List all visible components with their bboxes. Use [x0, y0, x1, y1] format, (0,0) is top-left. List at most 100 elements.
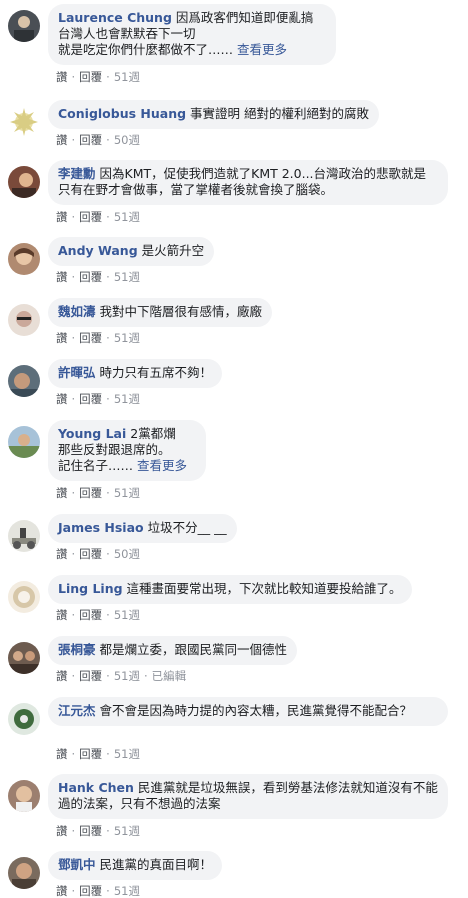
like-link[interactable]: 讚 [56, 884, 68, 898]
comment-actions: 讚 · 回覆 · 50週 [56, 133, 140, 147]
comment-time[interactable]: 51週 [114, 270, 140, 284]
reply-link[interactable]: 回覆 [79, 133, 102, 147]
reply-link[interactable]: 回覆 [79, 669, 102, 683]
comment-time[interactable]: 50週 [114, 133, 140, 147]
comment-bubble: Ling Ling 這種畫面要常出現，下次就比較知道要投給誰了。 [48, 575, 412, 604]
avatar[interactable] [8, 703, 40, 735]
commenter-name[interactable]: 江元杰 [58, 703, 96, 718]
avatar[interactable] [8, 780, 40, 812]
reply-link[interactable]: 回覆 [79, 331, 102, 345]
comment-actions: 讚 · 回覆 · 51週 [56, 608, 140, 622]
commenter-name[interactable]: James Hsiao [58, 520, 144, 535]
comment-text: 我對中下階層很有感情，廠廠 [99, 304, 263, 319]
commenter-name[interactable]: 李建勳 [58, 166, 96, 181]
like-link[interactable]: 讚 [56, 70, 68, 84]
comment-time[interactable]: 51週 [114, 70, 140, 84]
comment-bubble: 許暉弘 時力只有五席不夠！ [48, 359, 223, 388]
comment-text: 因為KMT，促使我們造就了KMT 2.0...台灣政治的悲歌就是只有在野才會做事… [58, 166, 427, 197]
commenter-name[interactable]: 張桐豪 [58, 642, 96, 657]
reply-link[interactable]: 回覆 [79, 486, 102, 500]
reply-link[interactable]: 回覆 [79, 747, 102, 761]
comment-text: 垃圾不分__ __ [147, 520, 227, 535]
avatar[interactable] [8, 166, 40, 198]
like-link[interactable]: 讚 [56, 486, 68, 500]
comment-time[interactable]: 50週 [114, 547, 140, 561]
avatar[interactable] [8, 243, 40, 275]
commenter-name[interactable]: 許暉弘 [58, 365, 96, 380]
comment-bubble: Laurence Chung 因爲政客們知道即便亂搞 台灣人也會默默吞下一切 就是… [48, 4, 336, 65]
comment-actions: 讚 · 回覆 · 51週 [56, 70, 140, 84]
comment-bubble: Hank Chen 民進黨就是垃圾無誤，看到勞基法修法就知道沒有不能過的法案，只有… [48, 774, 448, 819]
commenter-name[interactable]: 魏如濤 [58, 304, 96, 319]
comment-actions: 讚 · 回覆 · 51週 [56, 747, 140, 761]
commenter-name[interactable]: Young Lai [58, 426, 126, 441]
comment-text: 事實證明 絕對的權利絕對的腐敗 [190, 106, 370, 121]
like-link[interactable]: 讚 [56, 331, 68, 345]
reply-link[interactable]: 回覆 [79, 608, 102, 622]
comment-actions: 讚 · 回覆 · 51週 [56, 824, 140, 838]
like-link[interactable]: 讚 [56, 270, 68, 284]
comment-actions: 讚 · 回覆 · 51週 [56, 884, 140, 898]
avatar[interactable] [8, 304, 40, 336]
like-link[interactable]: 讚 [56, 608, 68, 622]
comment-time[interactable]: 51週 [114, 747, 140, 761]
comment-time[interactable]: 51週 [114, 486, 140, 500]
comment-list: Laurence Chung 因爲政客們知道即便亂搞 台灣人也會默默吞下一切 就是… [0, 0, 468, 898]
edited-label[interactable]: 已編輯 [152, 669, 187, 683]
see-more-link[interactable]: 查看更多 [137, 458, 187, 473]
commenter-name[interactable]: Coniglobus Huang [58, 106, 186, 121]
comment-text: 民進黨的真面目啊！ [99, 857, 213, 872]
commenter-name[interactable]: Ling Ling [58, 581, 123, 596]
avatar[interactable] [8, 642, 40, 674]
comment-time[interactable]: 51週 [114, 884, 140, 898]
like-link[interactable]: 讚 [56, 392, 68, 406]
comment-actions: 讚 · 回覆 · 51週 [56, 486, 140, 500]
comment-text: 會不會是因為時力提的內容太糟，民進黨覺得不能配合？ [99, 703, 413, 718]
comment-actions: 讚 · 回覆 · 51週 [56, 331, 140, 345]
avatar[interactable] [8, 857, 40, 889]
commenter-name[interactable]: Hank Chen [58, 780, 134, 795]
comment-time[interactable]: 51週 [114, 669, 140, 683]
like-link[interactable]: 讚 [56, 747, 68, 761]
comment-bubble: Coniglobus Huang 事實證明 絕對的權利絕對的腐敗 [48, 100, 380, 129]
comment-text: 時力只有五席不夠！ [99, 365, 213, 380]
like-link[interactable]: 讚 [56, 824, 68, 838]
comment-bubble: 李建勳 因為KMT，促使我們造就了KMT 2.0...台灣政治的悲歌就是只有在野才… [48, 160, 448, 205]
comment-actions: 讚 · 回覆 · 51週 · 已編輯 [56, 669, 187, 683]
like-link[interactable]: 讚 [56, 669, 68, 683]
reply-link[interactable]: 回覆 [79, 824, 102, 838]
comment-time[interactable]: 51週 [114, 392, 140, 406]
comment-text: 這種畫面要常出現，下次就比較知道要投給誰了。 [126, 581, 402, 596]
comment-time[interactable]: 51週 [114, 210, 140, 224]
comment-bubble: 鄧凱中 民進黨的真面目啊！ [48, 851, 223, 880]
like-link[interactable]: 讚 [56, 547, 68, 561]
comment-time[interactable]: 51週 [114, 824, 140, 838]
comment-time[interactable]: 51週 [114, 608, 140, 622]
avatar[interactable] [8, 426, 40, 458]
avatar[interactable] [8, 520, 40, 552]
commenter-name[interactable]: Laurence Chung [58, 10, 172, 25]
avatar[interactable] [8, 581, 40, 613]
comment-text: 都是爛立委，跟國民黨同一個德性 [99, 642, 288, 657]
comment-time[interactable]: 51週 [114, 331, 140, 345]
reply-link[interactable]: 回覆 [79, 70, 102, 84]
avatar[interactable] [8, 10, 40, 42]
comment-bubble: Young Lai 2黨都爛 那些反對跟退席的。 記住名子…… 查看更多 [48, 420, 206, 481]
reply-link[interactable]: 回覆 [79, 884, 102, 898]
like-link[interactable]: 讚 [56, 210, 68, 224]
avatar[interactable] [8, 365, 40, 397]
comment-bubble: 張桐豪 都是爛立委，跟國民黨同一個德性 [48, 636, 298, 665]
see-more-link[interactable]: 查看更多 [237, 42, 287, 57]
comment-actions: 讚 · 回覆 · 51週 [56, 270, 140, 284]
commenter-name[interactable]: Andy Wang [58, 243, 138, 258]
reply-link[interactable]: 回覆 [79, 392, 102, 406]
comment-actions: 讚 · 回覆 · 51週 [56, 210, 140, 224]
reply-link[interactable]: 回覆 [79, 210, 102, 224]
reply-link[interactable]: 回覆 [79, 547, 102, 561]
avatar[interactable] [8, 106, 40, 138]
reply-link[interactable]: 回覆 [79, 270, 102, 284]
comment-bubble: 江元杰 會不會是因為時力提的內容太糟，民進黨覺得不能配合？ [48, 697, 448, 726]
comment-bubble: Andy Wang 是火箭升空 [48, 237, 215, 266]
like-link[interactable]: 讚 [56, 133, 68, 147]
commenter-name[interactable]: 鄧凱中 [58, 857, 96, 872]
